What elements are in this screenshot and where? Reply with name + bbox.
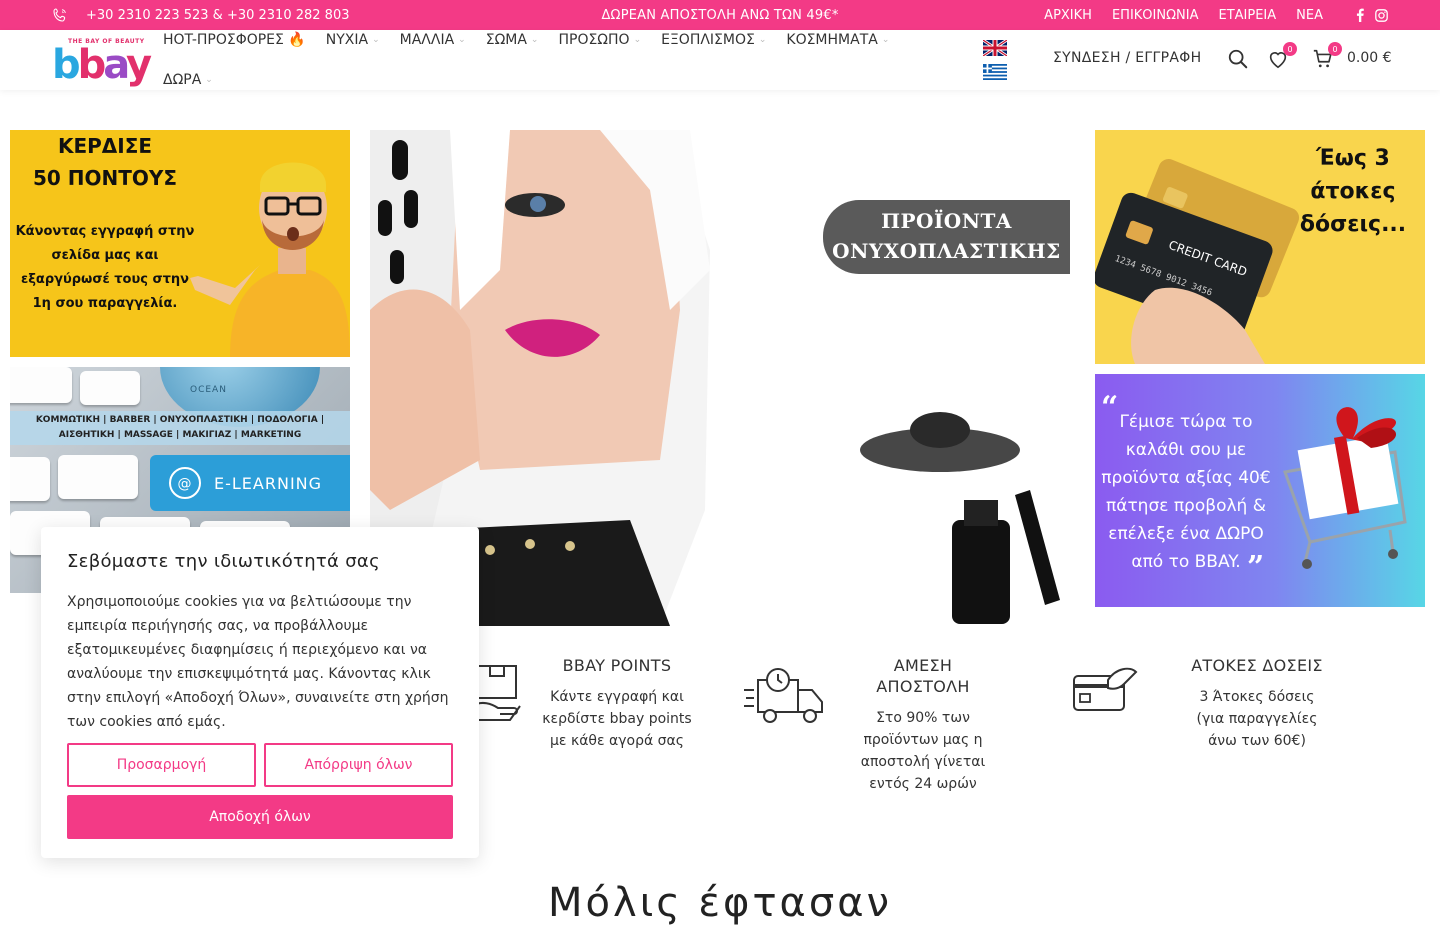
- elearning-key: @ E-LEARNING: [150, 455, 350, 511]
- greek-flag-icon[interactable]: [983, 64, 1007, 80]
- uk-flag-icon[interactable]: [982, 38, 1008, 58]
- instagram-icon[interactable]: [1375, 8, 1388, 22]
- section-title-new-arrivals: Μόλις έφτασαν: [548, 880, 892, 926]
- elearning-logo-icon: @: [169, 467, 201, 499]
- search-icon[interactable]: [1227, 48, 1249, 70]
- elearning-categories: ΚΟΜΜΩΤΙΚΗ | BARBER | ΟΝΥΧΟΠΛΑΣΤΙΚΗ | ΠΟΔ…: [10, 411, 350, 445]
- banner-installments-text: Έως 3 άτοκες δόσεις...: [1299, 146, 1407, 237]
- feature-installments: ΑΤΟΚΕΣ ΔΟΣΕΙΣ 3 Άτοκες δόσεις (για παραγ…: [1185, 655, 1329, 752]
- cart-count-badge: 0: [1328, 42, 1342, 56]
- wishlist-count-badge: 0: [1283, 42, 1297, 56]
- man-with-glasses-image: [190, 162, 350, 357]
- free-shipping-promo: ΔΩΡΕΑΝ ΑΠΟΣΤΟΛΗ ΑΝΩ ΤΩΝ 49€*: [601, 7, 839, 23]
- top-links: ΑΡΧΙΚΗ ΕΠΙΚΟΙΝΩΝΙΑ ΕΤΑΙΡΕΙΑ ΝΕΑ: [1044, 0, 1388, 30]
- svg-text:@: @: [178, 476, 193, 492]
- nav-item-gifts[interactable]: ΔΩΡΑ ⌄: [163, 72, 213, 88]
- nav-item-equipment[interactable]: ΕΞΟΠΛΙΣΜΟΣ ⌄: [661, 32, 766, 48]
- top-link-contact[interactable]: ΕΠΙΚΟΙΝΩΝΙΑ: [1112, 8, 1199, 23]
- feature-installments-title: ΑΤΟΚΕΣ ΔΟΣΕΙΣ: [1191, 656, 1323, 675]
- banner-points-desc: Κάνοντας εγγραφή στην σελίδα μας και εξα…: [15, 224, 195, 311]
- top-link-company[interactable]: ΕΤΑΙΡΕΙΑ: [1218, 8, 1276, 23]
- close-quote-icon: ”: [1247, 550, 1265, 585]
- nav-row-2: ΔΩΡΑ ⌄: [163, 70, 963, 90]
- cookie-title: Σεβόμαστε την ιδιωτικότητά σας: [67, 551, 380, 572]
- nav-item-face[interactable]: ΠΡΟΣΩΠΟ ⌄: [558, 32, 641, 48]
- feature-shipping-title: ΑΜΕΣΗ ΑΠΟΣΤΟΛΗ: [876, 656, 970, 696]
- gift-cart-image: [1282, 407, 1407, 569]
- language-switcher: [982, 38, 1008, 88]
- login-register-link[interactable]: ΣΥΝΔΕΣΗ / ΕΓΓΡΑΦΗ: [1053, 50, 1201, 66]
- nav-item-jewelry[interactable]: ΚΟΣΜΗΜΑΤΑ ⌄: [786, 32, 889, 48]
- cookie-accept-button[interactable]: Αποδοχή όλων: [67, 795, 453, 839]
- phone-contact[interactable]: +30 2310 223 523 & +30 2310 282 803: [52, 0, 350, 30]
- phone-icon: [53, 8, 66, 22]
- chevron-down-icon: ⌄: [881, 35, 890, 45]
- globe-label: OCEAN: [190, 385, 227, 395]
- feature-installments-desc: 3 Άτοκες δόσεις (για παραγγελίες άνω των…: [1196, 689, 1318, 749]
- chevron-down-icon: ⌄: [530, 35, 539, 45]
- wishlist-button[interactable]: 0: [1267, 42, 1297, 70]
- top-bar: +30 2310 223 523 & +30 2310 282 803 ΔΩΡΕ…: [0, 0, 1440, 30]
- cookie-secondary-buttons: Προσαρμογή Απόρριψη όλων: [67, 743, 453, 787]
- nav-item-nails[interactable]: ΝΥΧΙΑ ⌄: [326, 32, 380, 48]
- top-link-home[interactable]: ΑΡΧΙΚΗ: [1044, 8, 1092, 23]
- chevron-down-icon: ⌄: [458, 35, 466, 45]
- feature-shipping-desc: Στο 90% των προϊόντων μας η αποστολή γίν…: [860, 710, 986, 792]
- keyboard-key: [80, 371, 140, 405]
- banner-installments[interactable]: CREDIT CARD 1234 5678 9012 3456 Έως 3 άτ…: [1095, 130, 1425, 364]
- chevron-down-icon: ⌄: [205, 75, 213, 85]
- hero-label: ΠΡΟΪΟΝΤΑ ΟΝΥΧΟΠΛΑΣΤΙΚΗΣ: [823, 200, 1070, 274]
- cookie-body: Χρησιμοποιούμε cookies για να βελτιώσουμ…: [67, 594, 449, 730]
- banner-points[interactable]: ΚΕΡΔΙΣΕ 50 ΠΟΝΤΟΥΣ Κάνοντας εγγραφή στην…: [10, 130, 350, 357]
- facebook-icon[interactable]: [1355, 8, 1365, 22]
- keyboard-key: [10, 457, 50, 501]
- main-header: THE BAY OF BEAUTY bbay HOT-ΠΡΟΣΦΟΡΕΣ 🔥 Ν…: [0, 30, 1440, 90]
- delivery-truck-icon: [744, 668, 823, 723]
- cookie-consent-dialog: Σεβόμαστε την ιδιωτικότητά σας Χρησιμοπο…: [41, 527, 479, 858]
- banner-gift[interactable]: “ Γέμισε τώρα το καλάθι σου με προϊόντα …: [1095, 374, 1425, 607]
- cookie-customize-button[interactable]: Προσαρμογή: [67, 743, 256, 787]
- chevron-down-icon: ⌄: [758, 35, 767, 45]
- chevron-down-icon: ⌄: [633, 35, 642, 45]
- social-links: [1355, 8, 1388, 22]
- nav-row-1: HOT-ΠΡΟΣΦΟΡΕΣ 🔥 ΝΥΧΙΑ ⌄ ΜΑΛΛΙΑ ⌄ ΣΩΜΑ ⌄ ΠΡΟ…: [163, 30, 963, 50]
- feature-points: BBAY POINTS Κάντε εγγραφή και κερδίστε b…: [540, 655, 694, 752]
- feature-points-desc: Κάντε εγγραφή και κερδίστε bbay points μ…: [542, 689, 692, 749]
- banner-points-title-2: 50 ΠΟΝΤΟΥΣ: [32, 166, 178, 190]
- feature-shipping: ΑΜΕΣΗ ΑΠΟΣΤΟΛΗ Στο 90% των προϊόντων μας…: [848, 655, 998, 795]
- cart-button[interactable]: 0: [1312, 42, 1342, 70]
- top-link-news[interactable]: ΝΕΑ: [1296, 8, 1323, 23]
- nav-item-body[interactable]: ΣΩΜΑ ⌄: [486, 32, 539, 48]
- banner-gift-text: Γέμισε τώρα το καλάθι σου με προϊόντα αξ…: [1101, 412, 1271, 572]
- banner-points-title-1: ΚΕΡΔΙΣΕ: [57, 134, 153, 158]
- nav-item-hot-offers[interactable]: HOT-ΠΡΟΣΦΟΡΕΣ 🔥: [163, 32, 306, 48]
- keyboard-key: [10, 367, 72, 403]
- cart-total[interactable]: 0.00 €: [1347, 50, 1392, 66]
- cookie-reject-button[interactable]: Απόρριψη όλων: [264, 743, 453, 787]
- logo-wordmark: bbay: [52, 42, 152, 88]
- nav-item-hair[interactable]: ΜΑΛΛΙΑ ⌄: [400, 32, 466, 48]
- main-nav: HOT-ΠΡΟΣΦΟΡΕΣ 🔥 ΝΥΧΙΑ ⌄ ΜΑΛΛΙΑ ⌄ ΣΩΜΑ ⌄ ΠΡΟ…: [163, 30, 963, 90]
- keyboard-key: [58, 455, 138, 499]
- phone-numbers[interactable]: +30 2310 223 523 & +30 2310 282 803: [86, 8, 350, 23]
- site-logo[interactable]: THE BAY OF BEAUTY bbay: [52, 38, 152, 88]
- chevron-down-icon: ⌄: [372, 35, 380, 45]
- card-payment-icon: [1073, 667, 1138, 711]
- feature-points-title: BBAY POINTS: [562, 656, 672, 675]
